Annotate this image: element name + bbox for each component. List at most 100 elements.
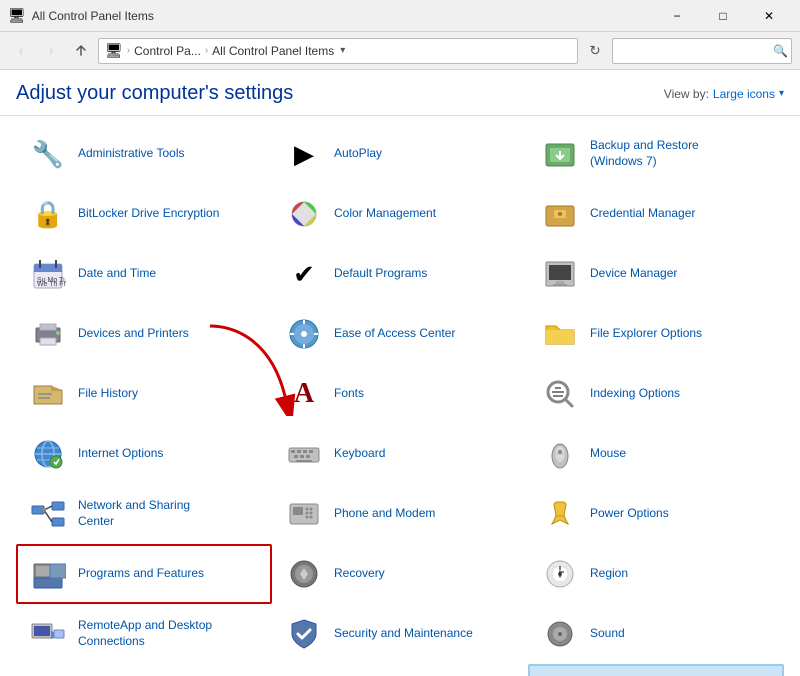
- device-manager-label: Device Manager: [590, 266, 677, 282]
- breadcrumb-icon: 🖥: [105, 42, 123, 59]
- programs-features-icon: [28, 554, 68, 594]
- control-panel-item-power-options[interactable]: Power Options: [528, 484, 784, 544]
- credential-manager-icon: [540, 194, 580, 234]
- window: 🖥 All Control Panel Items − □ ✕ ‹ › 🖥 › …: [0, 0, 800, 676]
- window-title: All Control Panel Items: [32, 9, 154, 23]
- view-by-value[interactable]: Large icons: [713, 87, 775, 101]
- control-panel-item-storage-spaces[interactable]: Storage Spaces: [272, 664, 528, 676]
- control-panel-item-recovery[interactable]: Recovery: [272, 544, 528, 604]
- recovery-label: Recovery: [334, 566, 385, 582]
- sound-label: Sound: [590, 626, 625, 642]
- address-dropdown-button[interactable]: ▾: [340, 45, 345, 56]
- default-programs-label: Default Programs: [334, 266, 427, 282]
- phone-modem-label: Phone and Modem: [334, 506, 435, 522]
- fonts-label: Fonts: [334, 386, 364, 402]
- refresh-button[interactable]: ↻: [582, 38, 608, 64]
- control-panel-item-remoteapp[interactable]: RemoteApp and Desktop Connections: [16, 604, 272, 664]
- keyboard-icon: [284, 434, 324, 474]
- backup-restore-label: Backup and Restore (Windows 7): [590, 138, 699, 169]
- phone-modem-icon: [284, 494, 324, 534]
- back-button[interactable]: ‹: [8, 38, 34, 64]
- network-sharing-icon: [28, 494, 68, 534]
- bitlocker-icon: 🔒: [28, 194, 68, 234]
- control-panel-item-region[interactable]: Region: [528, 544, 784, 604]
- items-area: 🔧 Administrative Tools ▶AutoPlay Backup and…: [0, 116, 800, 676]
- close-button[interactable]: ✕: [746, 0, 792, 32]
- administrative-tools-icon: 🔧: [28, 134, 68, 174]
- toolbar: ‹ › 🖥 › Control Pa... › All Control Pane…: [0, 32, 800, 70]
- control-panel-item-backup-restore[interactable]: Backup and Restore (Windows 7): [528, 124, 784, 184]
- control-panel-item-color-management[interactable]: Color Management: [272, 184, 528, 244]
- control-panel-item-network-sharing[interactable]: Network and Sharing Center: [16, 484, 272, 544]
- window-icon: 🖥: [8, 7, 26, 24]
- keyboard-label: Keyboard: [334, 446, 385, 462]
- view-by-section: View by: Large icons ▾: [664, 87, 784, 101]
- content-wrapper: Adjust your computer's settings View by:…: [0, 70, 800, 676]
- control-panel-item-sound[interactable]: Sound: [528, 604, 784, 664]
- search-button[interactable]: 🔍: [773, 44, 788, 58]
- control-panel-item-security-maintenance[interactable]: Security and Maintenance: [272, 604, 528, 664]
- sound-icon: [540, 614, 580, 654]
- control-panel-item-speech-recognition[interactable]: Speech Recognition: [16, 664, 272, 676]
- control-panel-item-sync-center[interactable]: Sync Center: [528, 664, 784, 676]
- security-maintenance-label: Security and Maintenance: [334, 626, 473, 642]
- control-panel-item-autoplay[interactable]: ▶AutoPlay: [272, 124, 528, 184]
- view-by-label: View by:: [664, 87, 709, 101]
- search-input[interactable]: [612, 38, 792, 64]
- date-time-label: Date and Time: [78, 266, 156, 282]
- control-panel-item-file-history[interactable]: File History: [16, 364, 272, 424]
- region-label: Region: [590, 566, 628, 582]
- up-button[interactable]: [68, 38, 94, 64]
- control-panel-item-credential-manager[interactable]: Credential Manager: [528, 184, 784, 244]
- internet-options-icon: [28, 434, 68, 474]
- remoteapp-label: RemoteApp and Desktop Connections: [78, 618, 212, 649]
- control-panel-item-device-manager[interactable]: Device Manager: [528, 244, 784, 304]
- color-management-icon: [284, 194, 324, 234]
- control-panel-item-fonts[interactable]: A Fonts: [272, 364, 528, 424]
- control-panel-item-keyboard[interactable]: Keyboard: [272, 424, 528, 484]
- default-programs-icon: ✔: [284, 254, 324, 294]
- color-management-label: Color Management: [334, 206, 436, 222]
- device-manager-icon: [540, 254, 580, 294]
- svg-text:We Th Fr: We Th Fr: [37, 281, 66, 288]
- forward-button[interactable]: ›: [38, 38, 64, 64]
- main-content: Adjust your computer's settings View by:…: [0, 70, 800, 676]
- control-panel-item-date-time[interactable]: Su Mo TuWe Th FrDate and Time: [16, 244, 272, 304]
- credential-manager-label: Credential Manager: [590, 206, 695, 222]
- power-options-label: Power Options: [590, 506, 669, 522]
- file-explorer-options-label: File Explorer Options: [590, 326, 702, 342]
- region-icon: [540, 554, 580, 594]
- bitlocker-label: BitLocker Drive Encryption: [78, 206, 219, 222]
- security-maintenance-icon: [284, 614, 324, 654]
- programs-features-label: Programs and Features: [78, 566, 204, 582]
- indexing-options-label: Indexing Options: [590, 386, 680, 402]
- mouse-label: Mouse: [590, 446, 626, 462]
- control-panel-item-phone-modem[interactable]: Phone and Modem: [272, 484, 528, 544]
- minimize-button[interactable]: −: [654, 0, 700, 32]
- header-strip: Adjust your computer's settings View by:…: [0, 70, 800, 116]
- control-panel-item-ease-of-access[interactable]: Ease of Access Center: [272, 304, 528, 364]
- breadcrumb-all-items[interactable]: All Control Panel Items: [212, 44, 334, 58]
- control-panel-item-bitlocker[interactable]: 🔒 BitLocker Drive Encryption: [16, 184, 272, 244]
- control-panel-item-file-explorer-options[interactable]: File Explorer Options: [528, 304, 784, 364]
- breadcrumb-control-panel[interactable]: Control Pa...: [134, 44, 201, 58]
- fonts-icon: A: [284, 374, 324, 414]
- autoplay-icon: ▶: [284, 134, 324, 174]
- control-panel-item-default-programs[interactable]: ✔ Default Programs: [272, 244, 528, 304]
- backup-restore-icon: [540, 134, 580, 174]
- items-grid: 🔧 Administrative Tools ▶AutoPlay Backup and…: [16, 124, 784, 676]
- administrative-tools-label: Administrative Tools: [78, 146, 185, 162]
- control-panel-item-mouse[interactable]: Mouse: [528, 424, 784, 484]
- control-panel-item-administrative-tools[interactable]: 🔧 Administrative Tools: [16, 124, 272, 184]
- ease-of-access-icon: [284, 314, 324, 354]
- title-bar-controls: − □ ✕: [654, 0, 792, 32]
- control-panel-item-programs-features[interactable]: Programs and Features: [16, 544, 272, 604]
- file-history-label: File History: [78, 386, 138, 402]
- control-panel-item-internet-options[interactable]: Internet Options: [16, 424, 272, 484]
- control-panel-item-indexing-options[interactable]: Indexing Options: [528, 364, 784, 424]
- file-history-icon: [28, 374, 68, 414]
- devices-printers-label: Devices and Printers: [78, 326, 189, 342]
- title-bar: 🖥 All Control Panel Items − □ ✕: [0, 0, 800, 32]
- control-panel-item-devices-printers[interactable]: Devices and Printers: [16, 304, 272, 364]
- restore-button[interactable]: □: [700, 0, 746, 32]
